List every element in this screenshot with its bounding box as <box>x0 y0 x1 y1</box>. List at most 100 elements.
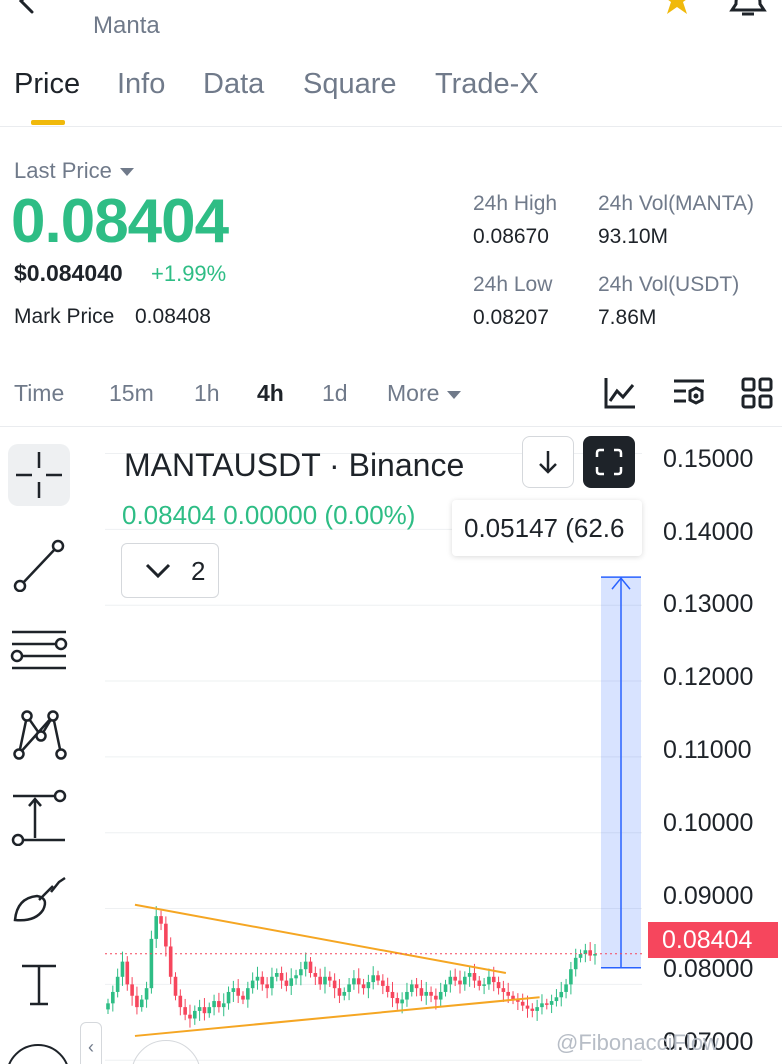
y-tick-label: 0.08000 <box>663 955 754 983</box>
candle-body <box>414 984 419 989</box>
caret-down-icon <box>447 390 462 399</box>
interval-more[interactable]: More <box>387 380 462 407</box>
candle-body <box>289 978 294 986</box>
candle-body <box>154 916 159 939</box>
candle-body <box>390 991 395 999</box>
candle-body <box>250 980 255 989</box>
text-tool[interactable] <box>8 954 70 1016</box>
candle-body <box>303 961 308 970</box>
chevron-down-icon <box>145 563 171 579</box>
interval-1d[interactable]: 1d <box>322 380 348 407</box>
y-tick-label: 0.09000 <box>663 882 754 910</box>
tab-price[interactable]: Price <box>14 68 80 101</box>
candle-body <box>467 973 472 977</box>
current-price-tag: 0.08404 <box>648 922 778 958</box>
tab-trade-x[interactable]: Trade-X <box>435 68 539 101</box>
candle-body <box>385 985 390 992</box>
candle-body <box>395 998 400 1004</box>
candle-body <box>313 973 318 977</box>
indicator-chart-icon[interactable] <box>603 376 637 410</box>
candle-body <box>593 954 597 956</box>
chart-ohlc-line: 0.08404 0.00000 (0.00%) <box>122 500 416 530</box>
star-icon[interactable] <box>660 0 694 16</box>
candle-body <box>149 938 154 989</box>
candle-body <box>308 961 313 973</box>
tab-square[interactable]: Square <box>303 68 397 101</box>
drawing-toolbar <box>0 440 80 1064</box>
24h-low-value: 0.08207 <box>473 306 549 329</box>
chart-settings-icon[interactable] <box>672 376 706 410</box>
candle-body <box>506 991 511 996</box>
interval-15m[interactable]: 15m <box>109 380 154 407</box>
candle-body <box>525 1005 530 1009</box>
candle-body <box>168 946 173 977</box>
candle-body <box>463 976 467 985</box>
y-tick-label: 0.12000 <box>663 663 754 691</box>
crosshair-tool[interactable] <box>8 444 70 506</box>
candle-body <box>342 991 347 996</box>
usd-price: $0.084040 <box>14 260 123 286</box>
bell-icon[interactable] <box>728 0 768 16</box>
price-change: +1.99% <box>151 261 227 286</box>
candle-body <box>246 988 250 1000</box>
candle-body <box>487 976 491 985</box>
tab-bar: Price Info Data Square Trade-X <box>0 64 782 126</box>
candle-body <box>352 978 356 985</box>
tab-data[interactable]: Data <box>203 68 264 101</box>
y-tick-label: 0.14000 <box>663 518 754 546</box>
candle-body <box>270 976 274 989</box>
chevron-left-icon: ‹ <box>88 1036 94 1057</box>
candle-body <box>419 988 424 996</box>
resistance-trendline[interactable] <box>134 903 507 974</box>
candle-body <box>347 984 351 992</box>
candle-body <box>540 1003 544 1008</box>
arrow-down-icon <box>539 451 557 474</box>
caret-down-icon <box>119 168 134 177</box>
brush-tool[interactable] <box>8 870 70 932</box>
y-tick-label: 0.15000 <box>663 445 754 473</box>
candle-body <box>573 957 578 970</box>
download-button[interactable] <box>522 436 574 488</box>
candle-body <box>438 991 443 1000</box>
back-arrow-icon[interactable] <box>14 0 40 14</box>
trend-line-tool[interactable] <box>8 534 70 596</box>
24h-high-value: 0.08670 <box>473 225 549 248</box>
candle-body <box>549 1001 554 1005</box>
candle-body <box>569 969 573 985</box>
candle-body <box>164 923 168 947</box>
candle-body <box>453 976 457 981</box>
y-tick-label: 0.11000 <box>663 736 752 764</box>
chart-symbol-title: MANTAUSDT · Binance <box>124 447 465 483</box>
candle-body <box>328 976 332 981</box>
candle-body <box>260 976 265 985</box>
candle-body <box>236 988 240 996</box>
candle-body <box>294 975 298 979</box>
parallel-lines-tool[interactable] <box>8 618 70 680</box>
layout-grid-icon[interactable] <box>740 376 774 410</box>
candle-body <box>564 984 568 992</box>
horizontal-lines-icon <box>10 630 68 670</box>
interval-more-label: More <box>387 380 440 406</box>
candle-body <box>130 984 134 996</box>
fullscreen-button[interactable] <box>583 436 635 488</box>
interval-4h[interactable]: 4h <box>257 380 284 407</box>
tab-info[interactable]: Info <box>117 68 165 101</box>
candle-body <box>125 961 130 985</box>
measure-tooltip: 0.05147 (62.6 <box>452 500 642 556</box>
interval-time[interactable]: Time <box>14 380 64 407</box>
candle-body <box>458 980 462 985</box>
indicator-collapse-button[interactable]: 2 <box>121 543 219 598</box>
measure-tool[interactable] <box>8 786 70 848</box>
pattern-tool[interactable] <box>8 702 70 764</box>
24h-vol-quote-value: 7.86M <box>598 306 657 329</box>
candle-body <box>135 995 139 1008</box>
active-tab-indicator <box>31 120 65 125</box>
trend-line-icon <box>13 539 65 592</box>
last-price-selector[interactable]: Last Price <box>14 158 134 184</box>
interval-1h[interactable]: 1h <box>194 380 220 407</box>
candle-body <box>279 973 284 981</box>
candle-body <box>409 984 414 992</box>
candle-body <box>337 988 342 996</box>
scroll-left-button[interactable]: ‹ <box>80 1022 102 1064</box>
candle-body <box>366 982 371 989</box>
